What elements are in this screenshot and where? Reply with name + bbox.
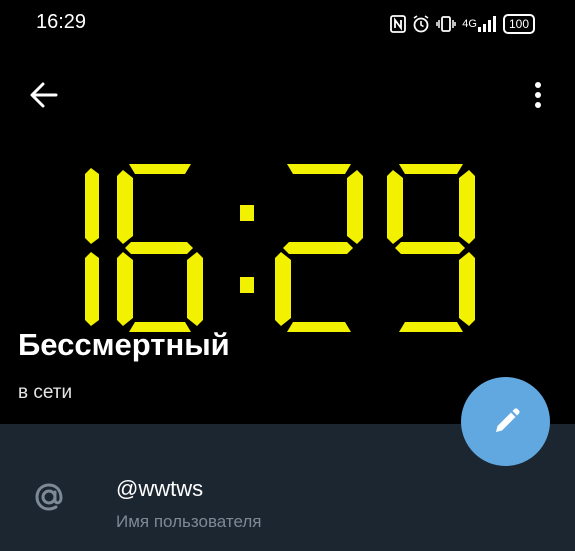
username-value[interactable]: @wwtws xyxy=(116,476,203,502)
username-caption: Имя пользователя xyxy=(116,512,262,531)
pencil-icon xyxy=(495,407,520,432)
avatar-clock-image xyxy=(85,164,475,332)
app-bar xyxy=(0,62,575,126)
arrow-left-icon xyxy=(30,82,58,108)
status-time: 16:29 xyxy=(36,11,87,33)
profile-name: Бессмертный xyxy=(18,327,230,362)
at-icon xyxy=(35,483,63,511)
more-menu-button[interactable] xyxy=(523,78,553,112)
network-label: 4G xyxy=(462,18,477,30)
alarm-icon xyxy=(412,15,430,33)
more-vertical-icon xyxy=(535,82,541,108)
battery-indicator: 100 xyxy=(502,14,535,34)
signal-icon: 4G xyxy=(462,15,497,33)
vibrate-icon xyxy=(436,15,457,33)
nfc-icon xyxy=(390,15,407,33)
profile-status: в сети xyxy=(18,382,73,403)
edit-button[interactable] xyxy=(461,377,550,466)
back-button[interactable] xyxy=(24,78,64,112)
status-icons: 4G 100 xyxy=(390,12,535,36)
status-bar: 16:29 4G 100 xyxy=(0,0,575,46)
